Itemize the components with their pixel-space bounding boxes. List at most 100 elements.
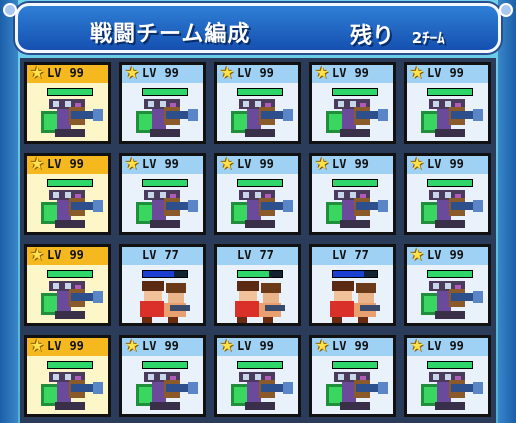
- level-value: 99: [259, 66, 274, 80]
- level-prefix: LV: [427, 66, 442, 80]
- level-value: 99: [69, 339, 84, 353]
- level-prefix: LV: [237, 248, 252, 262]
- star-icon: ★: [30, 154, 45, 173]
- hp-bar: [142, 179, 188, 187]
- level-label: LV 99: [427, 248, 464, 262]
- hp-bar: [427, 179, 473, 187]
- armored-unit-sprite: [320, 99, 390, 141]
- team-card[interactable]: ★ LV 99: [404, 62, 491, 144]
- armored-unit-sprite: [320, 372, 390, 414]
- armored-unit-sprite: [130, 190, 200, 232]
- star-icon: ★: [410, 154, 425, 173]
- team-card[interactable]: ★ LV 99: [24, 335, 111, 417]
- remaining-count: 2: [411, 29, 423, 47]
- team-card[interactable]: ★ LV 99: [309, 335, 396, 417]
- star-icon: ★: [410, 245, 425, 264]
- team-card[interactable]: LV 77: [119, 244, 206, 326]
- team-card[interactable]: ★ LV 99: [214, 153, 301, 235]
- star-icon: ★: [315, 63, 330, 82]
- team-card[interactable]: ★ LV 99: [24, 153, 111, 235]
- hp-bar: [332, 270, 378, 278]
- team-card[interactable]: ★ LV 99: [214, 62, 301, 144]
- armored-unit-sprite: [415, 190, 485, 232]
- level-prefix: LV: [332, 157, 347, 171]
- hp-bar-fill: [333, 89, 377, 95]
- armored-unit-sprite: [35, 372, 105, 414]
- hp-bar-fill: [428, 89, 472, 95]
- hp-bar-fill: [143, 180, 187, 186]
- team-card[interactable]: ★ LV 99: [119, 335, 206, 417]
- right-border: [498, 0, 516, 423]
- armored-unit-sprite: [415, 99, 485, 141]
- level-value: 99: [69, 66, 84, 80]
- corner-ornament: [3, 3, 17, 17]
- team-card[interactable]: ★ LV 99: [309, 62, 396, 144]
- level-value: 77: [164, 248, 179, 262]
- level-value: 99: [164, 157, 179, 171]
- hero-unit-sprite: [225, 281, 295, 323]
- team-card[interactable]: LV 77: [214, 244, 301, 326]
- armored-unit-sprite: [225, 372, 295, 414]
- corner-ornament: [499, 3, 513, 17]
- hp-bar-fill: [238, 271, 269, 277]
- level-prefix: LV: [237, 339, 252, 353]
- hp-bar-fill: [428, 271, 472, 277]
- remaining-unit: ﾁｰﾑ: [422, 29, 445, 47]
- armored-unit-sprite: [35, 99, 105, 141]
- hp-bar-fill: [333, 271, 364, 277]
- remaining-label: 残り: [350, 24, 395, 49]
- level-prefix: LV: [427, 157, 442, 171]
- level-label: LV 99: [427, 157, 464, 171]
- level-value: 99: [449, 157, 464, 171]
- team-card[interactable]: LV 77: [309, 244, 396, 326]
- level-prefix: LV: [332, 339, 347, 353]
- level-label: LV 99: [142, 66, 179, 80]
- star-icon: ★: [30, 63, 45, 82]
- level-value: 99: [259, 339, 274, 353]
- team-card[interactable]: ★ LV 99: [309, 153, 396, 235]
- level-label: LV 99: [332, 157, 369, 171]
- level-value: 99: [449, 66, 464, 80]
- level-label: LV 99: [237, 66, 274, 80]
- level-label: LV 99: [47, 157, 84, 171]
- title-text: 戦闘チーム編成: [90, 22, 251, 47]
- hp-bar-fill: [238, 89, 282, 95]
- hp-bar: [332, 88, 378, 96]
- level-label: LV 99: [332, 339, 369, 353]
- hp-bar: [332, 361, 378, 369]
- team-card[interactable]: ★ LV 99: [119, 153, 206, 235]
- level-value: 99: [69, 248, 84, 262]
- hp-bar-fill: [48, 271, 92, 277]
- team-card[interactable]: ★ LV 99: [404, 335, 491, 417]
- hp-bar: [427, 361, 473, 369]
- armored-unit-sprite: [35, 281, 105, 323]
- level-label: LV 99: [427, 339, 464, 353]
- level-prefix: LV: [142, 66, 157, 80]
- title-banner: 戦闘チーム編成 残り 2ﾁｰﾑ: [15, 3, 501, 53]
- star-icon: ★: [410, 63, 425, 82]
- team-card[interactable]: ★ LV 99: [214, 335, 301, 417]
- hp-bar: [142, 361, 188, 369]
- team-card[interactable]: ★ LV 99: [24, 244, 111, 326]
- hp-bar: [427, 270, 473, 278]
- team-card[interactable]: ★ LV 99: [404, 244, 491, 326]
- level-value: 99: [354, 157, 369, 171]
- star-icon: ★: [410, 336, 425, 355]
- armored-unit-sprite: [35, 190, 105, 232]
- armored-unit-sprite: [225, 190, 295, 232]
- level-value: 77: [354, 248, 369, 262]
- hp-bar: [237, 270, 283, 278]
- hp-bar-fill: [143, 89, 187, 95]
- level-label: LV 77: [237, 248, 274, 262]
- team-card[interactable]: ★ LV 99: [119, 62, 206, 144]
- level-value: 99: [164, 66, 179, 80]
- team-card[interactable]: ★ LV 99: [404, 153, 491, 235]
- team-card[interactable]: ★ LV 99: [24, 62, 111, 144]
- hp-bar: [237, 179, 283, 187]
- hp-bar-fill: [48, 180, 92, 186]
- level-label: LV 99: [427, 66, 464, 80]
- level-label: LV 99: [332, 66, 369, 80]
- level-label: LV 99: [237, 157, 274, 171]
- star-icon: ★: [30, 245, 45, 264]
- level-value: 99: [69, 157, 84, 171]
